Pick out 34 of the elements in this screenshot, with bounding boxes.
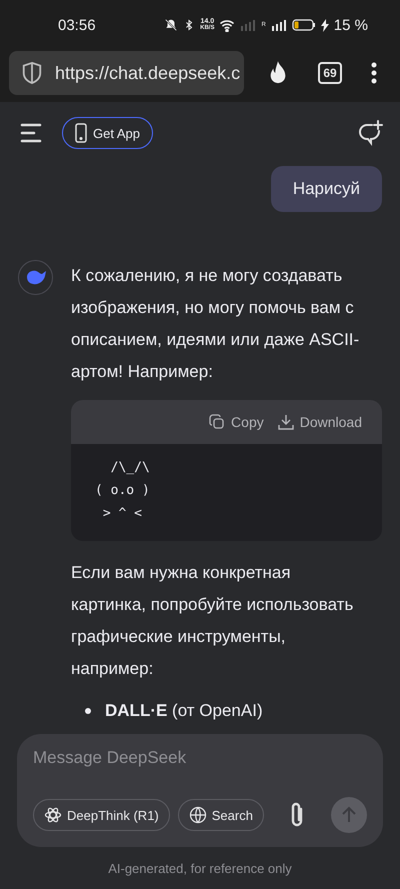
get-app-button[interactable]: Get App xyxy=(62,117,153,149)
battery-icon xyxy=(292,19,316,31)
wifi-icon xyxy=(219,18,236,32)
deepthink-button[interactable]: DeepThink (R1) xyxy=(33,799,170,831)
arrow-up-icon xyxy=(340,806,358,824)
battery-percent: 15 % xyxy=(334,16,368,34)
list-item: DALL·E (от OpenAI) xyxy=(105,700,263,722)
response-paragraph: Если вам нужна конкретная картинка, попробуйте использовать графические инструменты, например: xyxy=(71,562,354,680)
download-button[interactable]: Download xyxy=(278,414,362,430)
new-chat-icon[interactable] xyxy=(358,120,384,146)
signal-icon xyxy=(240,19,256,31)
response-paragraph: К сожалению, я не могу создавать изображения, но могу помочь вам с описанием, идеями или даже ASCII-артом! Например: xyxy=(71,265,360,383)
signal-icon xyxy=(270,19,287,31)
address-bar[interactable]: https://chat.deepseek.c xyxy=(9,51,244,95)
atom-icon xyxy=(44,806,62,824)
muted-bell-icon xyxy=(164,18,178,32)
code-block: /\_/\ ( o.o ) > ^ < xyxy=(71,444,382,541)
search-button[interactable]: Search xyxy=(178,799,264,831)
menu-icon[interactable] xyxy=(20,123,42,143)
charging-icon xyxy=(320,18,329,32)
menu-icon[interactable] xyxy=(371,62,378,84)
copy-button[interactable]: Copy xyxy=(209,414,264,430)
bullet-icon xyxy=(85,708,91,714)
url-text: https://chat.deepseek.c xyxy=(55,62,240,84)
message-composer[interactable]: Message DeepSeek DeepThink (R1) Search xyxy=(17,734,383,847)
globe-icon xyxy=(188,806,207,824)
phone-icon xyxy=(75,123,87,143)
copy-icon xyxy=(209,414,226,430)
status-time: 03:56 xyxy=(58,16,96,34)
disclaimer-text: AI-generated, for reference only xyxy=(107,860,293,878)
tab-count[interactable]: 69 xyxy=(318,62,342,84)
shield-icon xyxy=(21,61,43,85)
download-icon xyxy=(278,414,294,430)
user-message: Нарисуй xyxy=(270,166,382,212)
